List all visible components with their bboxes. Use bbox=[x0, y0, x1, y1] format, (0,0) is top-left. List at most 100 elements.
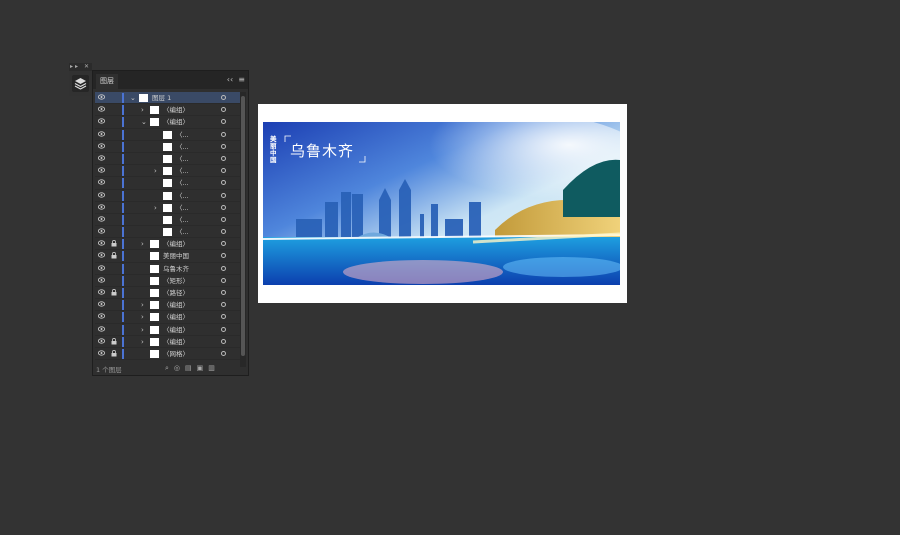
target-circle-icon[interactable] bbox=[221, 131, 226, 137]
scrollbar[interactable] bbox=[240, 92, 246, 367]
expand-toggle-icon[interactable]: › bbox=[141, 336, 144, 348]
eye-icon[interactable] bbox=[98, 167, 105, 173]
target-circle-icon[interactable] bbox=[221, 302, 226, 308]
target-circle-icon[interactable] bbox=[221, 241, 226, 247]
search-icon[interactable]: ⌕ bbox=[165, 364, 174, 372]
layer-color-bar bbox=[122, 324, 124, 335]
eye-icon[interactable] bbox=[98, 155, 105, 161]
eye-icon[interactable] bbox=[98, 301, 105, 307]
eye-icon[interactable] bbox=[98, 191, 105, 198]
layer-row[interactable]: › 〈编组〉 bbox=[95, 311, 240, 324]
layer-row[interactable]: 〈... bbox=[95, 153, 240, 166]
layer-row[interactable]: › 〈... bbox=[95, 202, 240, 214]
expand-toggle-icon[interactable]: ⌄ bbox=[141, 116, 147, 128]
target-circle-icon[interactable] bbox=[221, 216, 226, 222]
lock-icon[interactable] bbox=[111, 289, 117, 296]
panel-menu-icon[interactable]: ≡ bbox=[238, 75, 245, 84]
target-circle-icon[interactable] bbox=[221, 338, 226, 344]
eye-icon[interactable] bbox=[98, 216, 105, 222]
layer-row[interactable]: ⌄ 〈编组〉 bbox=[95, 116, 240, 129]
eye-icon[interactable] bbox=[98, 265, 105, 271]
eye-icon[interactable] bbox=[98, 350, 105, 356]
eye-icon[interactable] bbox=[98, 325, 105, 332]
layer-row[interactable]: › 〈... bbox=[95, 165, 240, 178]
eye-icon[interactable] bbox=[98, 94, 105, 100]
layer-row[interactable]: 乌鲁木齐 bbox=[95, 263, 240, 275]
eye-icon[interactable] bbox=[98, 277, 105, 283]
expand-toggle-icon[interactable]: › bbox=[141, 238, 144, 250]
target-circle-icon[interactable] bbox=[221, 277, 226, 283]
layer-thumbnail bbox=[150, 337, 159, 346]
layer-row[interactable]: 〈... bbox=[95, 214, 240, 227]
layer-row[interactable]: 〈矩形〉 bbox=[95, 275, 240, 287]
eye-icon[interactable] bbox=[98, 106, 105, 112]
target-circle-icon[interactable] bbox=[221, 253, 226, 259]
artboard[interactable]: 美丽中国 乌鲁木齐 bbox=[258, 104, 627, 303]
target-circle-icon[interactable] bbox=[221, 350, 226, 356]
eye-icon[interactable] bbox=[98, 130, 105, 137]
expand-toggle-icon[interactable]: ⌄ bbox=[130, 92, 136, 104]
layer-row[interactable]: › 〈编组〉 bbox=[95, 238, 240, 251]
eye-icon[interactable] bbox=[98, 252, 105, 259]
eye-icon[interactable] bbox=[98, 179, 105, 185]
eye-icon[interactable] bbox=[98, 228, 105, 234]
new-layer-icon[interactable]: ▣ bbox=[197, 364, 209, 372]
target-circle-icon[interactable] bbox=[221, 180, 226, 186]
layer-row[interactable]: 〈... bbox=[95, 129, 240, 141]
eye-icon[interactable] bbox=[98, 204, 105, 210]
expand-toggle-icon[interactable]: › bbox=[154, 165, 157, 177]
layer-thumbnail bbox=[163, 179, 172, 188]
eye-icon[interactable] bbox=[98, 143, 105, 149]
target-circle-icon[interactable] bbox=[221, 192, 226, 198]
tab-layers[interactable]: 图层 bbox=[96, 74, 118, 89]
trash-icon[interactable]: ▥ bbox=[208, 364, 220, 372]
lock-icon[interactable] bbox=[111, 349, 117, 357]
dock-grip[interactable]: ▸▸ ✕ bbox=[69, 63, 92, 71]
target-circle-icon[interactable] bbox=[221, 143, 226, 149]
target-circle-icon[interactable] bbox=[221, 155, 226, 161]
layer-row[interactable]: 美丽中国 bbox=[95, 250, 240, 263]
expand-toggle-icon[interactable]: › bbox=[141, 299, 144, 311]
target-circle-icon[interactable] bbox=[221, 168, 226, 174]
eye-icon[interactable] bbox=[98, 338, 105, 344]
target-circle-icon[interactable] bbox=[221, 119, 226, 125]
expand-toggle-icon[interactable]: › bbox=[141, 324, 144, 336]
target-icon[interactable]: ◎ bbox=[174, 364, 185, 372]
target-circle-icon[interactable] bbox=[221, 107, 226, 113]
layer-row[interactable]: › 〈编组〉 bbox=[95, 324, 240, 336]
layer-row[interactable]: › 〈编组〉 bbox=[95, 336, 240, 348]
expand-toggle-icon[interactable]: › bbox=[141, 104, 144, 116]
layer-thumbnail bbox=[150, 252, 159, 261]
eye-icon[interactable] bbox=[98, 240, 105, 246]
collapse-icon[interactable]: ‹‹ bbox=[227, 75, 233, 84]
layer-row[interactable]: 〈... bbox=[95, 190, 240, 202]
target-circle-icon[interactable] bbox=[221, 290, 226, 295]
layer-row[interactable]: 〈网格〉 bbox=[95, 348, 240, 361]
scrollbar-thumb[interactable] bbox=[241, 96, 245, 356]
layer-row[interactable]: 〈路径〉 bbox=[95, 287, 240, 300]
layer-thumbnail bbox=[163, 215, 172, 224]
expand-toggle-icon[interactable]: › bbox=[141, 311, 144, 323]
layer-row[interactable]: 〈... bbox=[95, 226, 240, 239]
layer-row[interactable]: › 〈编组〉 bbox=[95, 299, 240, 312]
lock-icon[interactable] bbox=[111, 240, 117, 247]
target-circle-icon[interactable] bbox=[221, 314, 226, 320]
layer-thumbnail bbox=[150, 325, 159, 334]
sublayer-icon[interactable]: ▤ bbox=[185, 364, 197, 372]
expand-toggle-icon[interactable]: › bbox=[154, 202, 157, 214]
eye-icon[interactable] bbox=[98, 289, 105, 295]
layer-row[interactable]: 〈... bbox=[95, 141, 240, 153]
target-circle-icon[interactable] bbox=[221, 204, 226, 210]
layer-row[interactable]: 〈... bbox=[95, 177, 240, 190]
target-circle-icon[interactable] bbox=[221, 265, 226, 271]
eye-icon[interactable] bbox=[98, 118, 105, 124]
lock-icon[interactable] bbox=[111, 337, 117, 345]
eye-icon[interactable] bbox=[98, 313, 105, 319]
target-circle-icon[interactable] bbox=[221, 326, 226, 332]
layers-panel-button[interactable] bbox=[72, 75, 89, 92]
target-circle-icon[interactable] bbox=[221, 95, 226, 100]
target-circle-icon[interactable] bbox=[221, 229, 226, 235]
layer-row[interactable]: ⌄ 图层 1 bbox=[95, 92, 240, 105]
lock-icon[interactable] bbox=[111, 252, 117, 259]
layer-row[interactable]: › 〈编组〉 bbox=[95, 104, 240, 117]
